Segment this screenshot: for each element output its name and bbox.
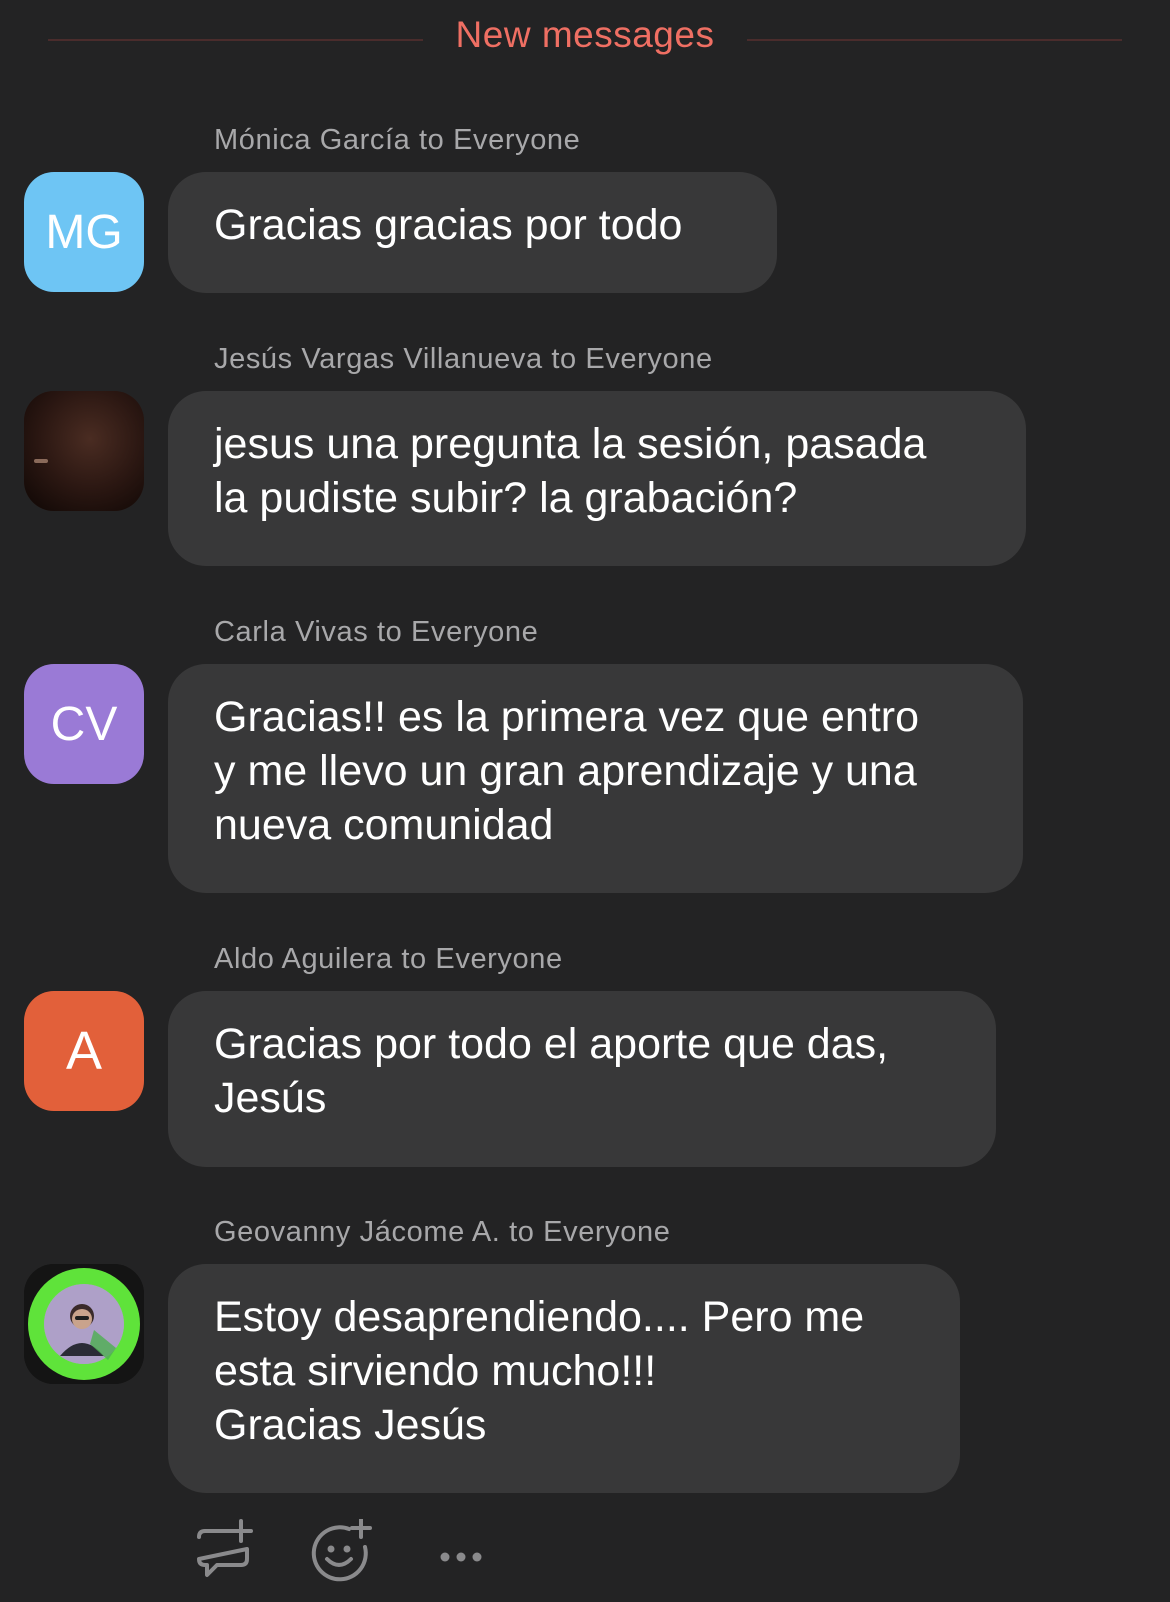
- message-sender: Jesús Vargas Villanueva to Everyone: [214, 343, 713, 375]
- reply-in-thread-button[interactable]: [188, 1516, 258, 1586]
- avatar-photo[interactable]: [24, 391, 144, 511]
- avatar-photo-icon: [24, 1264, 144, 1384]
- divider-line-left: [48, 39, 423, 41]
- message-bubble[interactable]: Gracias!! es la primera vez que entro y …: [168, 664, 1023, 893]
- new-messages-label: New messages: [455, 14, 715, 55]
- message-sender: Mónica García to Everyone: [214, 124, 581, 156]
- avatar-photo[interactable]: [24, 1264, 144, 1384]
- new-messages-divider: New messages: [0, 0, 1170, 80]
- message-actions: [0, 1516, 1170, 1586]
- avatar-photo-icon: [24, 391, 144, 511]
- message-bubble[interactable]: Gracias por todo el aporte que das, Jesú…: [168, 991, 996, 1167]
- ellipsis-icon: [440, 1552, 482, 1562]
- message-bubble[interactable]: jesus una pregunta la sesión, pasada la …: [168, 391, 1026, 566]
- message-bubble[interactable]: Estoy desaprendiendo.... Pero me esta si…: [168, 1264, 960, 1493]
- smiley-plus-icon: [311, 1519, 372, 1582]
- avatar-initials: CV: [50, 697, 118, 751]
- chat-bubble-plus-icon: [197, 1519, 253, 1577]
- avatar[interactable]: A: [24, 991, 144, 1111]
- more-options-button[interactable]: [428, 1516, 498, 1586]
- message-sender: Carla Vivas to Everyone: [214, 616, 539, 648]
- message-sender: Geovanny Jácome A. to Everyone: [214, 1216, 671, 1248]
- avatar-initials: A: [65, 1021, 103, 1081]
- avatar[interactable]: CV: [24, 664, 144, 784]
- message-sender: Aldo Aguilera to Everyone: [214, 943, 563, 975]
- divider-line-right: [747, 39, 1122, 41]
- message-bubble[interactable]: Gracias gracias por todo: [168, 172, 777, 293]
- avatar[interactable]: MG: [24, 172, 144, 292]
- avatar-initials: MG: [45, 205, 123, 259]
- add-reaction-button[interactable]: [306, 1516, 376, 1586]
